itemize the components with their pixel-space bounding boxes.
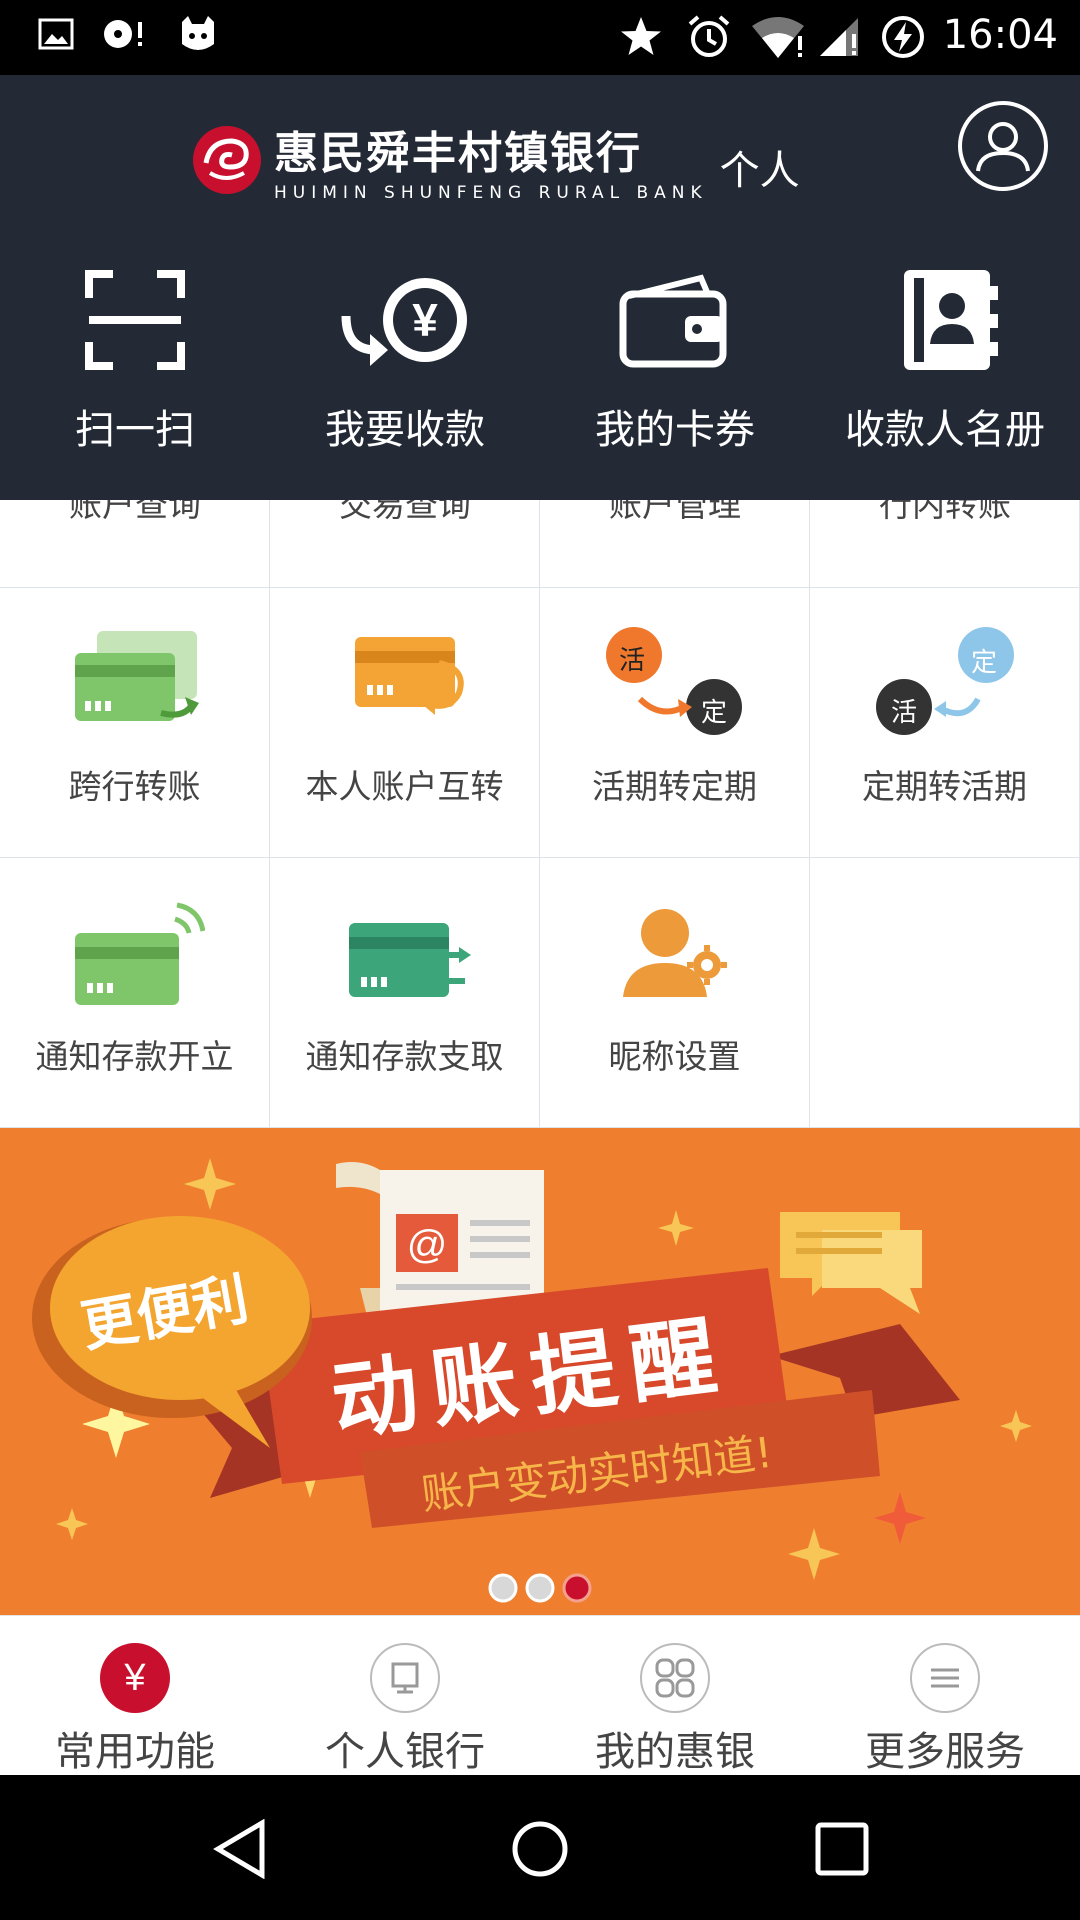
my-huiyin-icon [640, 1643, 710, 1713]
badge-fixed-text: 定 [971, 648, 998, 678]
nav-tab-my-huiyin[interactable]: 我的惠银 [540, 1616, 810, 1776]
user-icon [976, 122, 1030, 172]
svg-text:@: @ [407, 1223, 448, 1267]
nickname-settings-icon [622, 909, 727, 997]
menu-item-label: 账户管理 [609, 500, 741, 524]
own-account-transfer-icon [354, 637, 464, 715]
nav-tab-personal-bank[interactable]: 个人银行 [270, 1616, 540, 1776]
menu-item-label: 本人账户互转 [305, 767, 504, 806]
menu-item-label: 定期转活期 [862, 767, 1027, 806]
badge-current-text: 活 [891, 698, 918, 728]
gallery-notification-icon [38, 18, 74, 50]
battery-charging-icon [882, 16, 924, 58]
menu-item-current-to-fixed[interactable]: 活期转定期 [540, 588, 810, 858]
signal-icon [820, 18, 858, 56]
menu-item-label: 活期转定期 [592, 767, 757, 806]
quick-action-label: 我的卡券 [595, 407, 755, 453]
user-avatar-button[interactable] [958, 101, 1048, 191]
menu-item-label: 账户查询 [69, 500, 201, 524]
nav-tab-more-services[interactable]: 更多服务 [810, 1616, 1080, 1776]
menu-item-label: 通知存款支取 [305, 1037, 504, 1076]
quick-action-payee-book[interactable]: 收款人名册 [810, 265, 1080, 453]
quick-action-scan[interactable]: 扫一扫 [0, 265, 270, 453]
quick-action-label: 扫一扫 [75, 407, 195, 453]
badge-fixed-text: 定 [701, 698, 728, 728]
badge-current-text: 活 [619, 646, 646, 676]
menu-item-label: 交易查询 [339, 500, 471, 524]
bank-logo-icon [193, 126, 261, 194]
cat-notification-icon [182, 16, 214, 50]
quick-action-label: 收款人名册 [845, 407, 1045, 453]
home-icon[interactable] [510, 1819, 570, 1879]
menu-item-label: 跨行转账 [68, 767, 201, 806]
promo-banner[interactable]: @ 更便利 动账提醒 账户变动实时知道! [0, 1128, 1080, 1615]
payee-book-icon [904, 270, 998, 370]
menu-item-label: 行内转账 [879, 500, 1011, 524]
receive-money-icon: ¥ [341, 278, 467, 366]
menu-item-interbank-transfer[interactable]: 跨行转账 [0, 588, 270, 858]
bank-name-en: HUIMIN SHUNFENG RURAL BANK [274, 183, 708, 203]
nav-tab-label: 常用功能 [55, 1729, 215, 1775]
quick-action-receive[interactable]: ¥ 我要收款 [270, 265, 540, 453]
wallet-icon [619, 274, 727, 368]
status-time: 16:04 [942, 12, 1058, 58]
svg-text:¥: ¥ [412, 294, 438, 346]
quick-action-label: 我要收款 [325, 407, 485, 453]
status-bar: 16:04 [0, 0, 1080, 75]
menu-item-label: 昵称设置 [608, 1037, 741, 1076]
nav-tab-common[interactable]: ¥ 常用功能 [0, 1616, 270, 1776]
nav-tab-label: 更多服务 [865, 1729, 1025, 1775]
yuan-icon: ¥ [100, 1643, 170, 1713]
menu-item-empty [810, 858, 1080, 1128]
scan-icon [85, 270, 185, 370]
system-nav-bar [0, 1775, 1080, 1920]
menu-item-notice-deposit-open[interactable]: 通知存款开立 [0, 858, 270, 1128]
bank-name: 惠民舜丰村镇银行 [274, 128, 642, 179]
app-header: 惠民舜丰村镇银行 HUIMIN SHUNFENG RURAL BANK 个人 扫… [0, 75, 1080, 500]
section-label: 个人 [719, 148, 800, 194]
personal-bank-icon [370, 1643, 440, 1713]
bottom-nav: ¥ 常用功能 个人银行 我的惠银 更多服务 [0, 1615, 1080, 1776]
quick-action-wallet[interactable]: 我的卡券 [540, 265, 810, 453]
menu-item-own-transfer[interactable]: 本人账户互转 [270, 588, 540, 858]
bank-logo: 惠民舜丰村镇银行 HUIMIN SHUNFENG RURAL BANK 个人 [190, 105, 800, 215]
cut-off-row-labels: 账户查询 交易查询 账户管理 行内转账 [0, 500, 1080, 530]
alarm-icon [688, 15, 730, 57]
nav-tab-label: 个人银行 [325, 1729, 485, 1775]
back-icon[interactable] [212, 1819, 268, 1879]
menu-item-fixed-to-current[interactable]: 定期转活期 [810, 588, 1080, 858]
notice-deposit-open-icon [74, 902, 205, 1005]
notice-deposit-withdraw-icon [348, 923, 471, 997]
music-notification-icon [104, 20, 142, 48]
menu-item-label: 通知存款开立 [35, 1037, 234, 1076]
recents-icon[interactable] [814, 1821, 870, 1877]
star-icon [621, 17, 661, 55]
menu-item-nickname-settings[interactable]: 昵称设置 [540, 858, 810, 1128]
nav-tab-label: 我的惠银 [595, 1729, 755, 1775]
wifi-icon [752, 17, 804, 58]
interbank-transfer-icon [74, 631, 199, 721]
menu-item-notice-deposit-withdraw[interactable]: 通知存款支取 [270, 858, 540, 1128]
more-services-icon [910, 1643, 980, 1713]
function-grid: 跨行转账 本人账户互转 活期转定期 定期转活期 通知存款开立 通知存款支取 昵称… [0, 500, 1080, 1128]
